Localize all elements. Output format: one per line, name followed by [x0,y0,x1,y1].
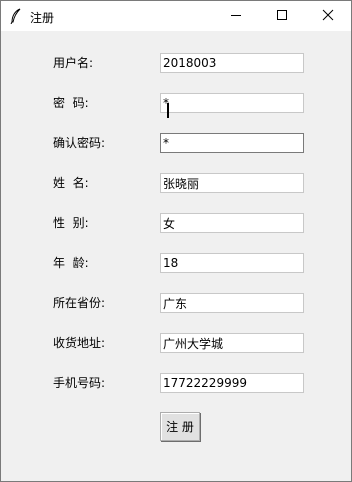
close-button[interactable] [305,1,351,31]
register-button[interactable]: 注 册 [160,412,200,441]
window-title: 注册 [30,11,55,25]
text-caret [167,103,169,118]
feather-icon [9,8,23,25]
age-label: 年 龄: [53,256,89,270]
form-area: 用户名: 密 码: 确认密码: 姓 名: 性 别: 年 龄: 所在省份: 收货地… [1,31,351,481]
maximize-button[interactable] [259,1,305,31]
name-input[interactable] [160,173,304,193]
age-input[interactable] [160,253,304,273]
register-window: 注册 用户名: 密 码: 确认密码: 姓 名: 性 别: 年 [0,0,352,482]
province-label: 所在省份: [53,296,106,310]
password-input[interactable] [160,93,304,113]
confirm-password-label: 确认密码: [53,136,106,150]
minimize-button[interactable] [213,1,259,31]
gender-label: 性 别: [53,216,89,230]
phone-label: 手机号码: [53,376,106,390]
username-label: 用户名: [53,56,94,70]
name-label: 姓 名: [53,176,89,190]
province-input[interactable] [160,293,304,313]
close-icon [322,9,334,24]
phone-input[interactable] [160,373,304,393]
address-label: 收货地址: [53,336,106,350]
username-input[interactable] [160,53,304,73]
address-input[interactable] [160,333,304,353]
maximize-icon [276,9,288,24]
title-bar[interactable]: 注册 [1,1,351,31]
confirm-password-input[interactable] [160,133,304,153]
password-label: 密 码: [53,96,89,110]
minimize-icon [230,9,242,24]
gender-input[interactable] [160,213,304,233]
